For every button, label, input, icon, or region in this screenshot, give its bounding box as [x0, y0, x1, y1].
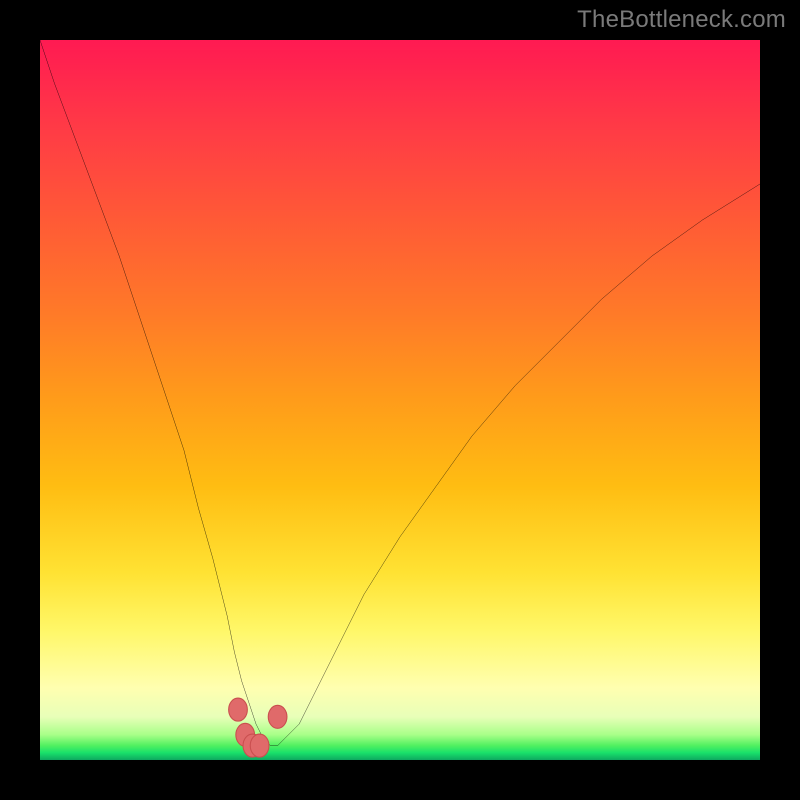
curve-line	[40, 40, 760, 746]
curve-marker	[229, 698, 248, 721]
curve-marker	[268, 705, 287, 728]
curve-marker	[250, 734, 269, 757]
chart-frame: TheBottleneck.com	[0, 0, 800, 800]
watermark-text: TheBottleneck.com	[577, 6, 786, 34]
bottleneck-curve	[40, 40, 760, 760]
